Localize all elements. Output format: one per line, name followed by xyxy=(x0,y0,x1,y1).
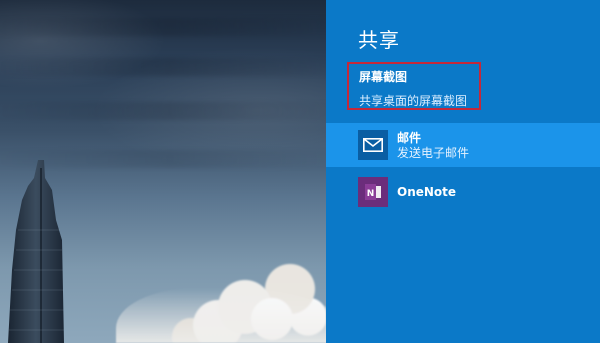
onenote-icon: N xyxy=(358,177,388,207)
app-item-onenote[interactable]: N OneNote xyxy=(326,170,600,214)
cloud-band xyxy=(0,58,326,76)
skyscraper-image xyxy=(8,160,64,343)
app-name: OneNote xyxy=(397,185,457,199)
app-name: 邮件 xyxy=(397,130,422,145)
cloud-band xyxy=(0,102,326,120)
screenshot-option-subtitle: 共享桌面的屏幕截图 xyxy=(359,94,468,108)
desktop-background xyxy=(0,0,326,343)
panel-title: 共享 xyxy=(358,28,400,52)
clouds-image xyxy=(116,223,326,343)
app-text: OneNote xyxy=(397,185,456,199)
cloud-band xyxy=(0,18,326,36)
app-text: 邮件 发送电子邮件 xyxy=(397,131,469,160)
app-description: 发送电子邮件 xyxy=(397,145,470,160)
svg-text:N: N xyxy=(367,189,375,199)
screenshot-option-title: 屏幕截图 xyxy=(359,70,408,84)
share-charm-panel: 共享 屏幕截图 共享桌面的屏幕截图 邮件 发送电子邮件 N OneNote xyxy=(326,0,600,343)
screenshot-option[interactable]: 屏幕截图 共享桌面的屏幕截图 xyxy=(347,62,481,110)
app-item-mail[interactable]: 邮件 发送电子邮件 xyxy=(326,123,600,167)
mail-icon xyxy=(358,130,388,160)
